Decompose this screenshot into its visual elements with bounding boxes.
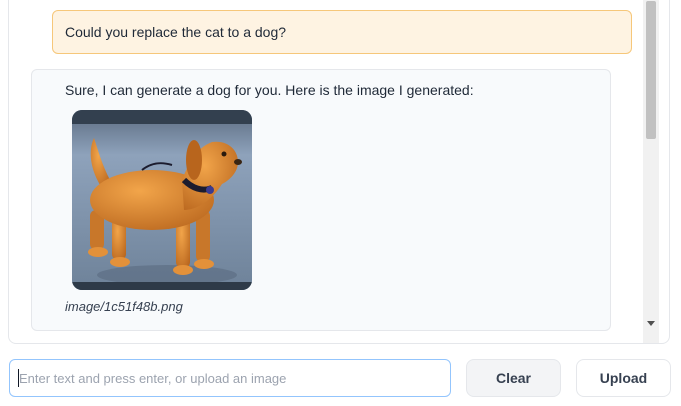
image-filename-caption: image/1c51f48b.png xyxy=(65,299,183,314)
text-caret xyxy=(18,369,19,387)
user-message: Could you replace the cat to a dog? xyxy=(52,10,632,54)
bot-message-text: Sure, I can generate a dog for you. Here… xyxy=(65,82,474,98)
generated-dog-image[interactable] xyxy=(72,110,252,290)
chat-scrollbar[interactable] xyxy=(643,0,659,343)
clear-button[interactable]: Clear xyxy=(466,359,561,397)
chevron-down-icon[interactable] xyxy=(647,321,655,326)
chat-text-input[interactable] xyxy=(9,359,451,397)
bot-message: Sure, I can generate a dog for you. Here… xyxy=(31,69,611,331)
user-message-text: Could you replace the cat to a dog? xyxy=(65,24,287,40)
chat-panel: Could you replace the cat to a dog? Sure… xyxy=(8,0,670,344)
upload-button[interactable]: Upload xyxy=(576,359,671,397)
scrollbar-thumb[interactable] xyxy=(646,1,656,139)
